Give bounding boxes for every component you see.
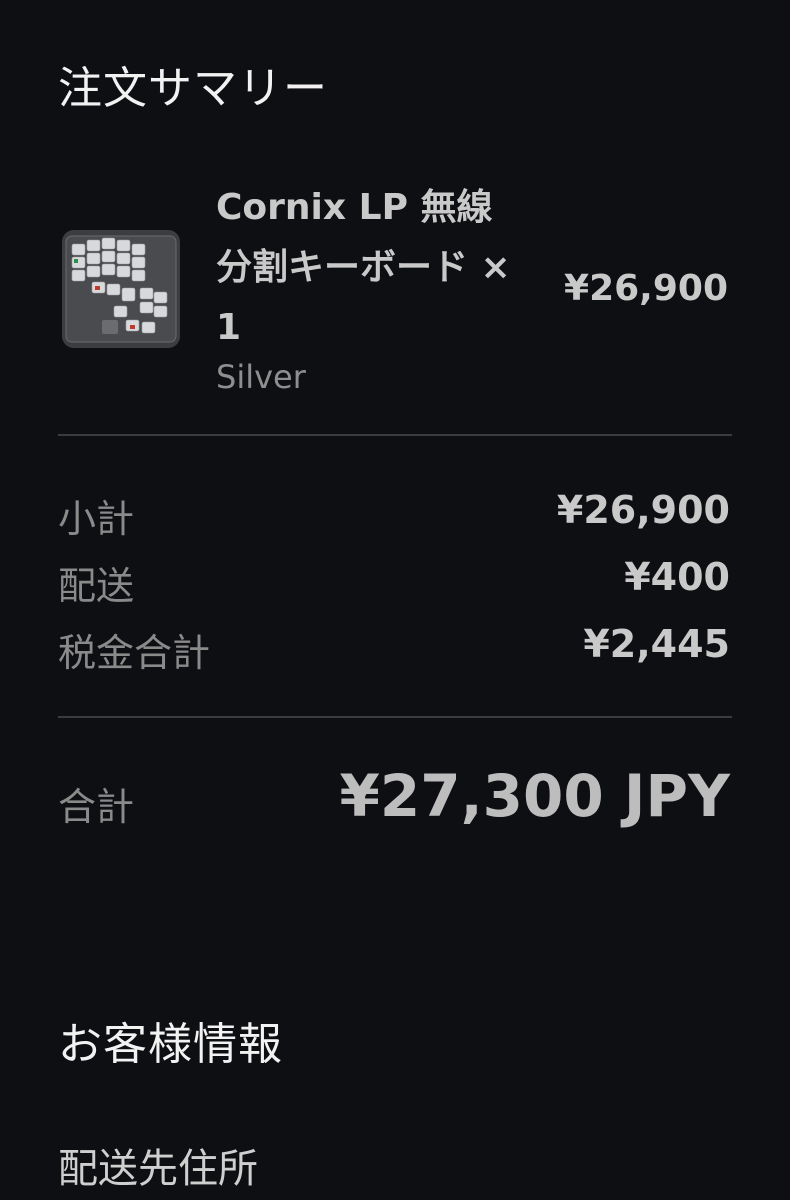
- shipping-address-label: 配送先住所: [58, 1146, 258, 1192]
- shipping-label: 配送: [58, 564, 135, 608]
- divider: [58, 716, 732, 718]
- customer-info-title: お客様情報: [58, 1019, 283, 1070]
- subtotal-value: ¥26,900: [556, 488, 730, 532]
- checkout-page: 注文サマリー Cornix LP 無線分割キーボード × 1 Silver ¥2…: [0, 0, 790, 1200]
- total-label: 合計: [58, 785, 135, 829]
- product-price: ¥26,900: [564, 268, 728, 309]
- product-name: Cornix LP 無線分割キーボード × 1: [216, 187, 511, 348]
- order-summary-title: 注文サマリー: [58, 63, 328, 114]
- total-value: ¥27,300 JPY: [339, 762, 730, 830]
- shipping-value: ¥400: [624, 555, 730, 599]
- split-keyboard-icon: [62, 230, 180, 348]
- subtotal-label: 小計: [58, 497, 135, 541]
- divider: [58, 434, 732, 436]
- product-variant: Silver: [216, 358, 306, 396]
- tax-value: ¥2,445: [583, 622, 730, 666]
- tax-label: 税金合計: [58, 631, 211, 675]
- product-image: [62, 230, 180, 348]
